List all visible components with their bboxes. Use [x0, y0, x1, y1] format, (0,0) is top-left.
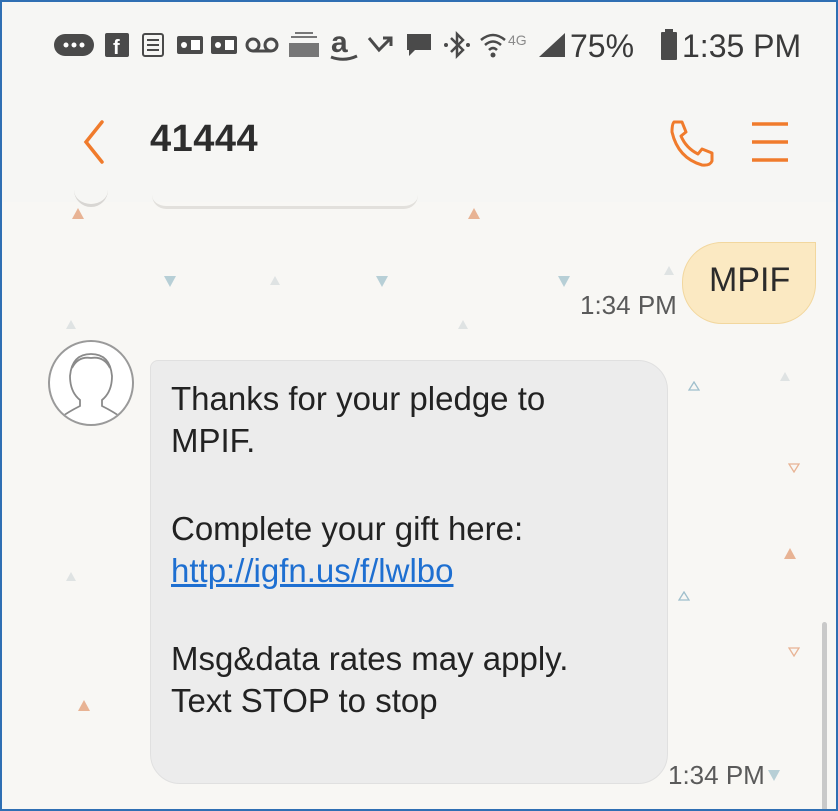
outgoing-timestamp: 1:34 PM — [580, 290, 677, 320]
decor-triangle — [66, 320, 76, 329]
person-icon — [59, 353, 123, 419]
outlook-icon-2 — [210, 28, 238, 62]
scrollbar[interactable] — [822, 622, 827, 809]
decor-triangle — [270, 276, 280, 285]
back-button[interactable] — [72, 112, 116, 172]
decor-triangle — [78, 700, 90, 711]
decor-triangle — [72, 208, 84, 219]
call-button[interactable] — [664, 112, 718, 172]
menu-icon — [752, 122, 788, 162]
message-icon — [404, 28, 434, 62]
decor-triangle — [768, 770, 780, 781]
outgoing-message-text: MPIF — [709, 261, 791, 299]
decor-triangle — [66, 572, 76, 581]
conversation-header: 41444 — [2, 90, 836, 203]
decor-triangle — [664, 266, 674, 275]
news-icon — [140, 28, 166, 62]
menu-button[interactable] — [746, 114, 794, 170]
network-type-label: 4G — [508, 32, 527, 48]
decor-triangle — [687, 378, 701, 391]
chevron-left-icon — [83, 120, 104, 164]
more-icon — [54, 28, 94, 62]
message-line: MPIF. — [171, 422, 256, 459]
battery-icon — [660, 28, 678, 62]
phone-icon — [670, 120, 714, 167]
decor-triangle — [164, 276, 176, 287]
wifi-icon — [478, 28, 508, 62]
message-thread[interactable]: 1:34 PM MPIF Thanks for your pledge to M… — [2, 202, 836, 809]
previous-bubble-edge — [152, 186, 418, 209]
voicemail-icon — [244, 28, 280, 62]
message-line: Complete your gift here: — [171, 510, 524, 547]
decor-triangle — [458, 320, 468, 329]
svg-text:a: a — [331, 28, 348, 59]
status-bar: f a 4G 75% 1:35 PM — [2, 2, 836, 90]
status-time: 1:35 PM — [682, 28, 802, 64]
decor-triangle — [784, 548, 796, 559]
decor-triangle — [780, 372, 790, 381]
message-line: Text STOP to stop — [171, 682, 438, 719]
contact-avatar[interactable] — [48, 340, 134, 426]
decor-triangle — [558, 276, 570, 287]
battery-percent: 75% — [570, 28, 635, 64]
decor-triangle — [376, 276, 388, 287]
bluetooth-icon — [442, 28, 472, 62]
message-line: Msg&data rates may apply. — [171, 640, 569, 677]
incoming-timestamp: 1:34 PM — [668, 760, 765, 790]
contact-title: 41444 — [150, 118, 259, 160]
outlook-icon — [176, 28, 204, 62]
decor-triangle — [468, 208, 480, 219]
svg-text:f: f — [113, 37, 120, 57]
amazon-dash-icon — [286, 28, 322, 62]
outgoing-message-bubble[interactable]: MPIF — [682, 242, 816, 324]
message-line: Thanks for your pledge to — [171, 380, 546, 417]
gift-link[interactable]: http://igfn.us/f/lwlbo — [171, 551, 453, 591]
incoming-message-bubble[interactable]: Thanks for your pledge to MPIF. Complete… — [150, 360, 668, 784]
amazon-icon: a — [328, 28, 360, 62]
phone-screen: f a 4G 75% 1:35 PM 41444 1:34 PM MPIF Th… — [0, 0, 838, 811]
facebook-icon: f — [104, 28, 130, 62]
signal-icon — [536, 28, 568, 62]
previous-avatar-edge — [74, 182, 108, 207]
missed-call-icon — [366, 28, 394, 62]
